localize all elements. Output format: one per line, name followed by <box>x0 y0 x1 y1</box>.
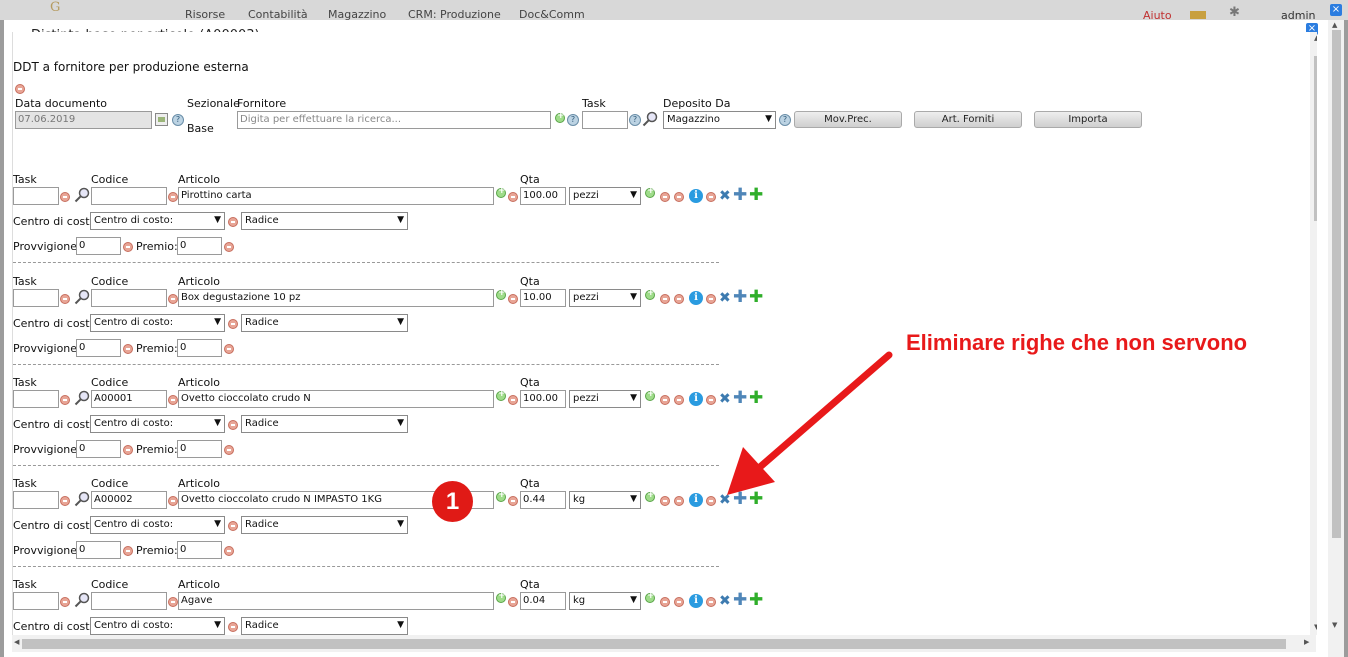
annotation-badge: 1 <box>432 481 473 522</box>
annotation-arrow <box>727 351 893 495</box>
annotation-text: Eliminare righe che non servono <box>906 330 1248 355</box>
